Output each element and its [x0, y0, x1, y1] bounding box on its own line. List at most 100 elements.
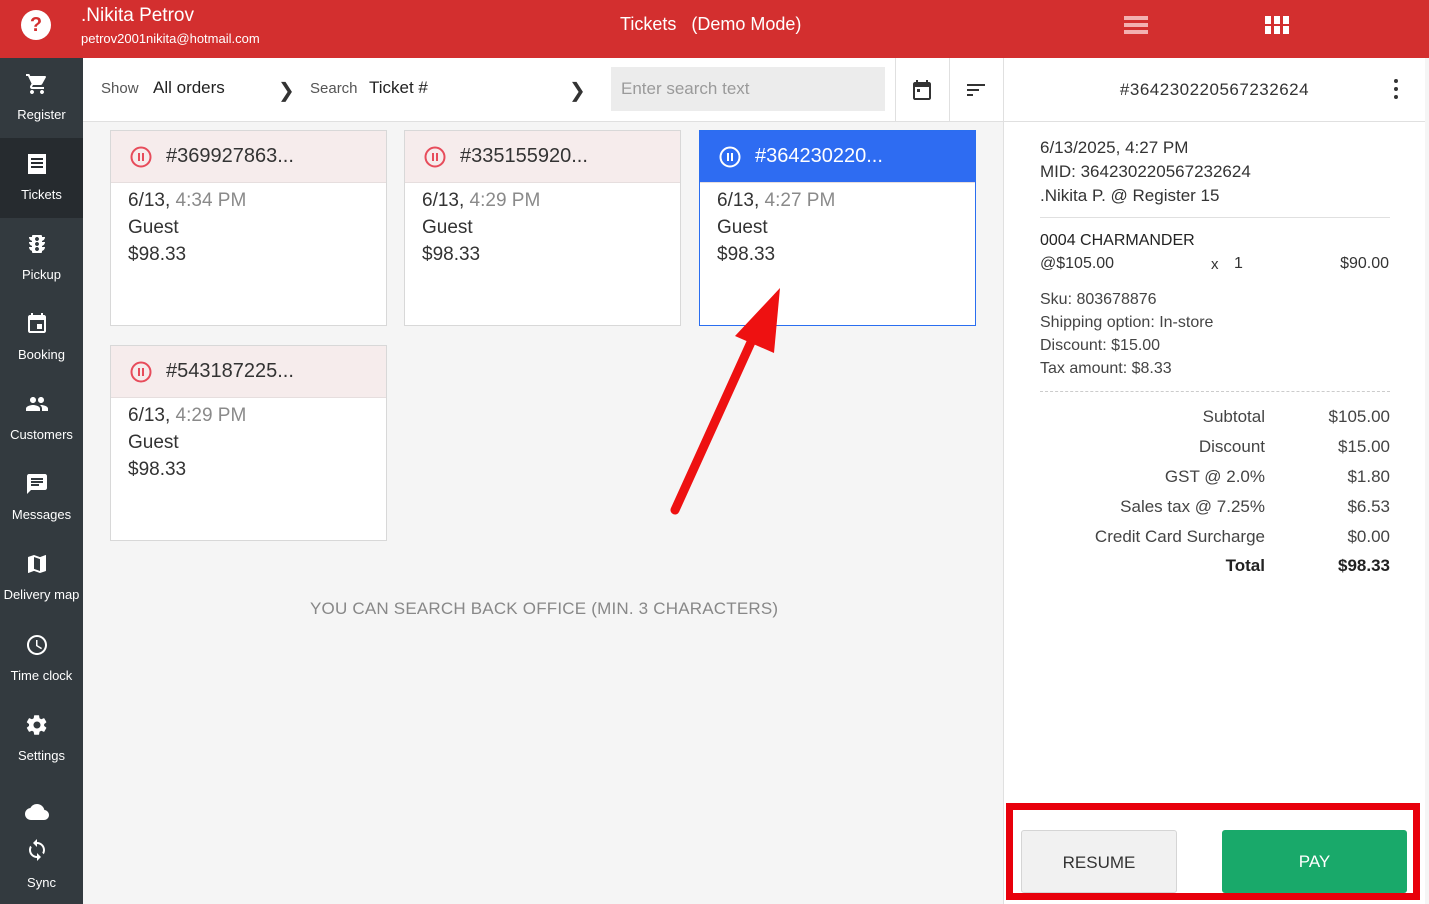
ticket-time: 4:34 PM — [175, 190, 247, 211]
dashed-divider — [1040, 391, 1390, 392]
sidebar-item-delivery-map[interactable]: Delivery map — [0, 538, 83, 618]
summary-gst: GST @ 2.0% $1.80 — [1040, 467, 1390, 497]
ticket-card[interactable]: #369927863... 6/13, 4:34 PM Guest $98.33 — [110, 130, 387, 326]
ticket-detail-header: #364230220567232624 — [1004, 58, 1425, 122]
ticket-date: 6/13, — [717, 190, 760, 211]
search-label: Search — [310, 80, 358, 97]
pay-button[interactable]: PAY — [1222, 830, 1407, 893]
paused-icon — [719, 146, 741, 168]
ticket-customer: Guest — [128, 217, 179, 238]
line-item-tax: Tax amount: $8.33 — [1040, 360, 1172, 377]
sort-icon[interactable] — [964, 78, 988, 102]
summary-subtotal: Subtotal $105.00 — [1040, 407, 1390, 437]
ticket-card-header: #369927863... — [111, 131, 386, 183]
line-item-total: $90.00 — [1340, 255, 1389, 272]
summary-value: $0.00 — [1347, 527, 1390, 546]
show-filter-chevron-icon[interactable]: ❯ — [278, 78, 295, 103]
map-icon — [28, 555, 46, 573]
help-icon[interactable]: ? — [21, 10, 51, 40]
ticket-card[interactable]: #543187225... 6/13, 4:29 PM Guest $98.33 — [110, 345, 387, 541]
sidebar-item-pickup[interactable]: Pickup — [0, 218, 83, 298]
sync-icon — [29, 839, 45, 861]
app-header: ? .Nikita Petrov petrov2001nikita@hotmai… — [0, 0, 1429, 58]
page-title: Tickets (Demo Mode) — [620, 14, 811, 35]
sidebar-item-label: Sync — [27, 875, 56, 890]
ticket-register: .Nikita P. @ Register 15 — [1040, 186, 1220, 205]
search-input[interactable] — [611, 67, 885, 111]
ticket-datetime-full: 6/13/2025, 4:27 PM — [1040, 138, 1189, 157]
ticket-meta: 6/13/2025, 4:27 PM MID: 3642302205672326… — [1040, 136, 1251, 208]
line-item-discount: Discount: $15.00 — [1040, 337, 1161, 354]
ticket-card-header: #364230220... — [700, 131, 975, 183]
message-icon — [27, 474, 47, 494]
summary-sales-tax: Sales tax @ 7.25% $6.53 — [1040, 497, 1390, 527]
line-item-name: 0004 CHARMANDER — [1040, 232, 1195, 249]
sidebar-item-label: Customers — [10, 427, 73, 442]
sidebar-item-customers[interactable]: Customers — [0, 378, 83, 458]
gear-icon — [26, 715, 47, 735]
sidebar-item-label: Messages — [11, 507, 72, 522]
sidebar-item-label: Booking — [18, 347, 65, 362]
ticket-date: 6/13, — [128, 405, 171, 426]
show-filter-value[interactable]: All orders — [153, 78, 225, 98]
grid-view-icon[interactable] — [1265, 15, 1289, 35]
summary-label: Credit Card Surcharge — [1094, 527, 1265, 546]
ticket-amount: $98.33 — [128, 244, 187, 265]
summary-total: Total $98.33 — [1040, 556, 1390, 586]
summary-label: GST @ 2.0% — [1164, 467, 1265, 486]
ticket-amount: $98.33 — [422, 244, 481, 265]
ticket-card-selected[interactable]: #364230220... 6/13, 4:27 PM Guest $98.33 — [699, 130, 976, 326]
ticket-time: 4:29 PM — [175, 405, 247, 426]
sidebar-item-time-clock[interactable]: Time clock — [0, 619, 83, 699]
ticket-datetime: 6/13, 4:29 PM — [128, 402, 386, 429]
line-item-shipping: Shipping option: In-store — [1040, 314, 1214, 331]
sidebar-item-settings[interactable]: Settings — [0, 699, 83, 779]
summary-value: $98.33 — [1338, 556, 1390, 575]
sidebar: Register Tickets Pickup Booking Customer… — [0, 58, 83, 904]
ticket-customer: Guest — [422, 217, 473, 238]
ticket-datetime: 6/13, 4:34 PM — [128, 187, 386, 214]
sidebar-item-messages[interactable]: Messages — [0, 458, 83, 538]
sidebar-item-sync[interactable]: Sync — [0, 788, 83, 904]
summary-label: Subtotal — [1202, 407, 1265, 426]
more-options-icon[interactable] — [1392, 79, 1400, 101]
people-icon — [26, 397, 48, 411]
calendar-filter-icon[interactable] — [910, 78, 934, 102]
cart-icon — [26, 74, 46, 94]
user-email: petrov2001nikita@hotmail.com — [81, 31, 260, 46]
ticket-customer: Guest — [128, 432, 179, 453]
sidebar-item-label: Pickup — [21, 267, 62, 282]
ticket-number: #543187225... — [166, 360, 294, 382]
sidebar-item-booking[interactable]: Booking — [0, 298, 83, 378]
search-field-chevron-icon[interactable]: ❯ — [569, 78, 586, 103]
summary-label: Discount — [1198, 437, 1265, 456]
ticket-number: #369927863... — [166, 145, 294, 167]
ticket-card[interactable]: #335155920... 6/13, 4:29 PM Guest $98.33 — [404, 130, 681, 326]
demo-mode-label: (Demo Mode) — [691, 14, 802, 34]
sidebar-item-label: Delivery map — [3, 587, 80, 602]
ticket-time: 4:27 PM — [764, 190, 836, 211]
ticket-card-header: #543187225... — [111, 346, 386, 398]
ticket-date: 6/13, — [128, 190, 171, 211]
summary-value: $1.80 — [1347, 467, 1390, 486]
line-item-times: x — [1211, 256, 1219, 273]
page-title-text: Tickets — [620, 14, 677, 34]
sidebar-item-label: Settings — [18, 748, 65, 763]
ticket-amount: $98.33 — [717, 244, 776, 265]
summary-value: $105.00 — [1328, 407, 1390, 426]
search-field-value[interactable]: Ticket # — [369, 78, 428, 98]
calendar-icon — [28, 313, 46, 333]
list-view-icon[interactable] — [1124, 15, 1148, 35]
ticket-datetime: 6/13, 4:27 PM — [717, 187, 975, 214]
sidebar-item-register[interactable]: Register — [0, 58, 83, 138]
line-item-sku: Sku: 803678876 — [1040, 291, 1157, 308]
ticket-datetime: 6/13, 4:29 PM — [422, 187, 680, 214]
summary-label: Sales tax @ 7.25% — [1120, 497, 1265, 516]
sidebar-item-tickets[interactable]: Tickets — [0, 138, 83, 218]
ticket-mid: MID: 364230220567232624 — [1040, 162, 1251, 181]
summary-value: $15.00 — [1338, 437, 1390, 456]
cloud-icon — [25, 804, 49, 820]
sidebar-item-label: Register — [17, 107, 66, 122]
line-item-quantity: 1 — [1234, 255, 1243, 272]
resume-button[interactable]: RESUME — [1021, 830, 1177, 893]
